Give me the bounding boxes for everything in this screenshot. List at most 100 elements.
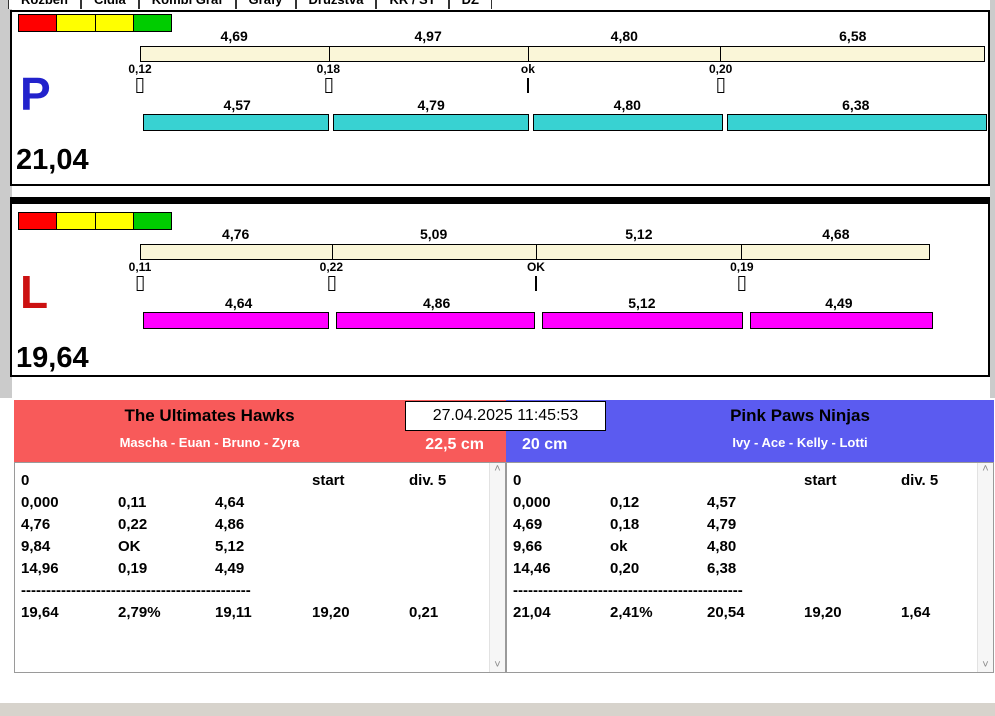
- light-yellow-icon: [57, 15, 96, 31]
- table-cell: 0,000: [21, 494, 59, 511]
- crossing-box-icon: [324, 78, 332, 93]
- split-value: 5,12: [625, 226, 653, 242]
- table-cell: 4,86: [215, 516, 245, 533]
- team-right-members: Ivy - Ace - Kelly - Lotti: [732, 435, 868, 450]
- split-value: 4,80: [610, 28, 638, 44]
- table-cell: 4,76: [21, 516, 51, 533]
- table-cell: 0,000: [513, 494, 551, 511]
- table-cell: 9,84: [21, 538, 51, 555]
- gross-split-labels: 4,69 4,97 4,80 6,58: [140, 29, 985, 44]
- net-segment: [533, 114, 724, 131]
- team-left-members: Mascha - Euan - Bruno - Zyra: [119, 435, 300, 450]
- table-cell: 0,18: [610, 516, 640, 533]
- table-row: 14,46 0,20 6,38: [513, 558, 971, 580]
- table-header-row: 0 start div. 5: [21, 470, 483, 492]
- crossing-markers: 0,12 0,18 ok 0,20: [128, 63, 985, 99]
- team-right-jump-height: 20 cm: [522, 436, 568, 453]
- table-cell: 0,19: [118, 560, 148, 577]
- scroll-down-icon[interactable]: ˅: [494, 660, 500, 671]
- table-cell: div. 5: [901, 472, 939, 489]
- table-row: 14,96 0,19 4,49: [21, 558, 483, 580]
- table-totals-row: 21,04 2,41% 20,54 19,20 1,64: [513, 602, 971, 624]
- table-cell: 14,96: [21, 560, 59, 577]
- tab-label: Druzstva: [309, 0, 364, 7]
- net-split-bar: [143, 114, 988, 131]
- light-red-icon: [19, 213, 58, 229]
- split-value: 4,76: [222, 226, 250, 242]
- total-net-cell: 19,11: [215, 604, 252, 621]
- split-value: 4,79: [417, 97, 445, 113]
- window-bottom-border: [0, 703, 995, 716]
- split-value: 5,09: [420, 226, 448, 242]
- tab-grafy[interactable]: Grafy: [235, 0, 296, 9]
- split-value: 4,64: [225, 295, 253, 311]
- tab-label: DZ: [462, 0, 479, 7]
- crossing-marker: ok: [521, 63, 535, 93]
- net-segment: [336, 312, 536, 329]
- table-cell: OK: [118, 538, 141, 555]
- total-pct-cell: 2,79%: [118, 604, 161, 621]
- bar-tick: [328, 47, 330, 61]
- net-segment: [332, 114, 530, 131]
- table-cell: 0,22: [118, 516, 148, 533]
- net-segment: [143, 114, 329, 131]
- table-cell: 4,64: [215, 494, 245, 511]
- scroll-up-icon[interactable]: ˄: [982, 464, 988, 475]
- table-row: 0,000 0,11 4,64: [21, 492, 483, 514]
- table-cell: 0,11: [118, 494, 147, 511]
- gross-split-bar: [140, 244, 930, 260]
- tab-dz[interactable]: DZ: [448, 0, 493, 9]
- datetime-text: 27.04.2025 11:45:53: [432, 407, 579, 424]
- vertical-scrollbar[interactable]: ˄ ˅: [977, 463, 993, 672]
- table-separator: ----------------------------------------…: [21, 582, 251, 599]
- light-yellow-icon: [57, 213, 96, 229]
- tab-kr-st[interactable]: KR / ST: [376, 0, 449, 9]
- table-cell: 0,20: [610, 560, 640, 577]
- split-value: 6,58: [839, 28, 867, 44]
- tab-label: Cidla: [94, 0, 126, 7]
- table-cell: 4,80: [707, 538, 737, 555]
- crossing-marker: OK: [527, 261, 545, 291]
- total-ref-cell: 19,20: [804, 604, 842, 621]
- tab-kombi-graf[interactable]: Kombi Graf: [138, 0, 236, 9]
- crossing-marker: 0,12: [128, 63, 152, 93]
- crossing-value: 0,19: [730, 260, 754, 274]
- crossing-marker: 0,22: [320, 261, 343, 291]
- crossing-box-icon: [717, 78, 725, 93]
- scroll-up-icon[interactable]: ˄: [494, 464, 500, 475]
- total-pct-cell: 2,41%: [610, 604, 653, 621]
- table-row: 9,66 ok 4,80: [513, 536, 971, 558]
- table-cell: [118, 470, 215, 492]
- table-cell: 4,49: [215, 560, 245, 577]
- team-left-name: The Ultimates Hawks: [124, 406, 295, 425]
- total-diff-cell: 1,64: [901, 604, 931, 621]
- light-yellow2-icon: [95, 213, 134, 229]
- tab-label: Grafy: [249, 0, 283, 7]
- crossing-box-icon: [136, 78, 144, 93]
- scroll-down-icon[interactable]: ˅: [982, 660, 988, 671]
- tab-cidla[interactable]: Cidla: [80, 0, 139, 9]
- gross-split-labels: 4,76 5,09 5,12 4,68: [140, 227, 930, 242]
- table-row: 9,84 OK 5,12: [21, 536, 483, 558]
- lane-panel-p: 4,69 4,97 4,80 6,58 0,12 0,18 ok 0,20 4,…: [10, 10, 990, 186]
- table-cell: 5,12: [215, 538, 245, 555]
- lane-panel-l: 4,76 5,09 5,12 4,68 0,11 0,22 OK 0,19 4,…: [10, 202, 990, 377]
- tab-druzstva[interactable]: Druzstva: [295, 0, 377, 9]
- total-ref-cell: 19,20: [312, 604, 350, 621]
- tab-bar: Rozbeh Cidla Kombi Graf Grafy Druzstva K…: [8, 0, 493, 9]
- table-separator: ----------------------------------------…: [513, 582, 743, 599]
- crossing-value: ok: [520, 62, 535, 76]
- table-cell: 4,69: [513, 516, 543, 533]
- crossing-box-icon: [327, 276, 335, 291]
- vertical-scrollbar[interactable]: ˄ ˅: [489, 463, 505, 672]
- tab-rozbeh[interactable]: Rozbeh: [8, 0, 81, 9]
- bar-tick: [331, 245, 333, 259]
- total-time-cell: 19,64: [21, 604, 59, 621]
- crossing-line-icon: [526, 78, 529, 93]
- split-value: 4,86: [423, 295, 451, 311]
- bar-tick: [741, 245, 743, 259]
- split-value: 6,38: [842, 97, 870, 113]
- lane-p-total-time: 21,04: [16, 144, 89, 176]
- table-cell: [610, 470, 707, 492]
- split-value: 4,57: [223, 97, 251, 113]
